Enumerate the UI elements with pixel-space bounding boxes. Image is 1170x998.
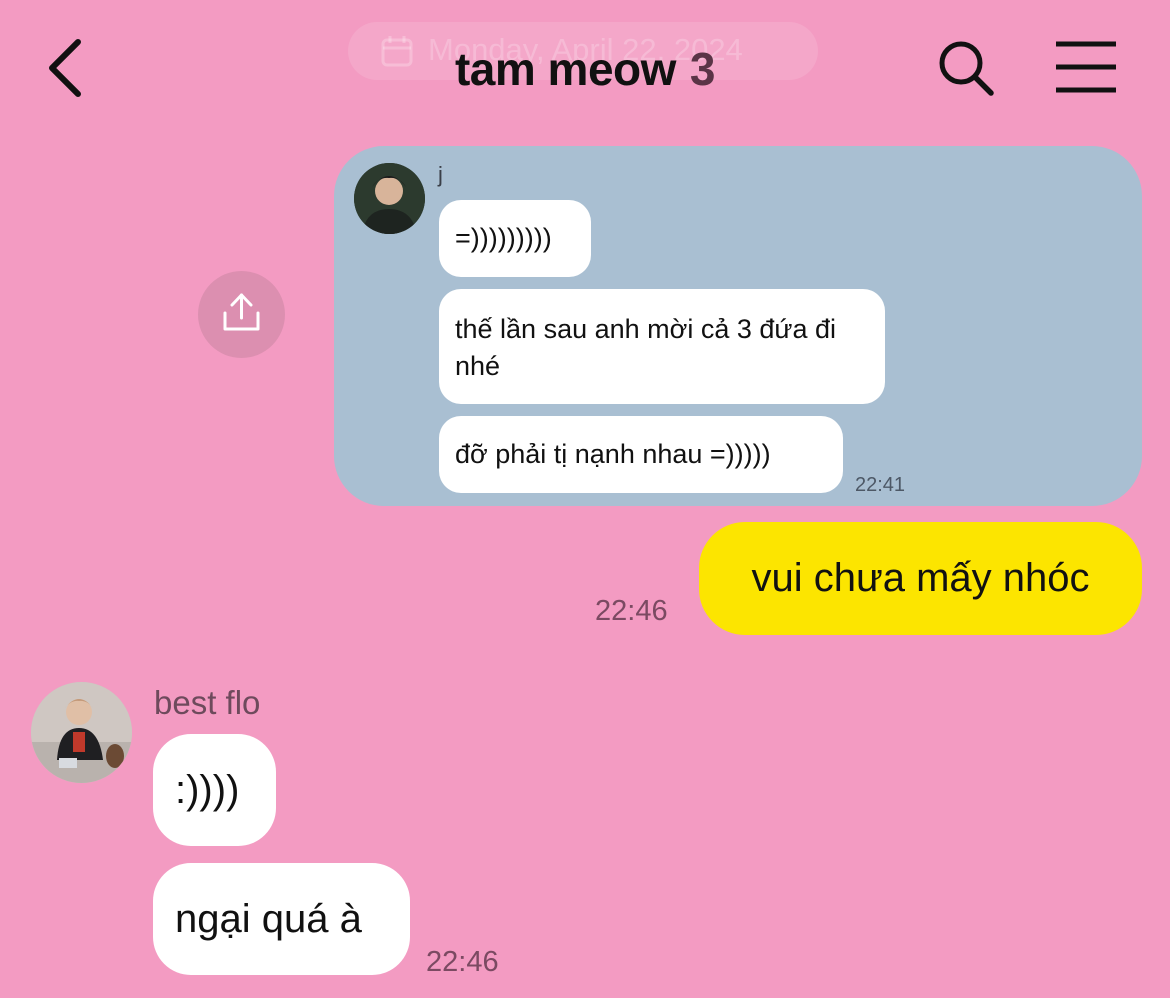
message-bubble[interactable]: :)))) xyxy=(153,734,276,846)
share-button[interactable] xyxy=(198,271,285,358)
message-timestamp: 22:46 xyxy=(426,946,499,978)
message-bubble[interactable]: thế lần sau anh mời cả 3 đứa đi nhé xyxy=(439,289,885,404)
message-bubble[interactable]: đỡ phải tị nạnh nhau =))))) xyxy=(439,416,843,493)
own-message-bubble[interactable]: vui chưa mấy nhóc xyxy=(699,522,1142,635)
search-icon[interactable] xyxy=(936,38,996,98)
share-icon xyxy=(223,293,260,331)
sender-name: best flo xyxy=(154,684,261,721)
member-count: 3 xyxy=(689,43,716,95)
avatar[interactable] xyxy=(354,163,425,234)
message-timestamp: 22:41 xyxy=(855,474,906,496)
message-bubble[interactable]: =))))))))) xyxy=(439,200,591,277)
message-timestamp: 22:46 xyxy=(595,595,668,627)
sender-name: j xyxy=(438,162,443,187)
hamburger-menu-icon[interactable] xyxy=(1054,40,1118,94)
avatar[interactable] xyxy=(31,682,132,783)
message-bubble[interactable]: ngại quá à xyxy=(153,863,410,975)
chat-title-name: tam meow xyxy=(454,43,676,95)
